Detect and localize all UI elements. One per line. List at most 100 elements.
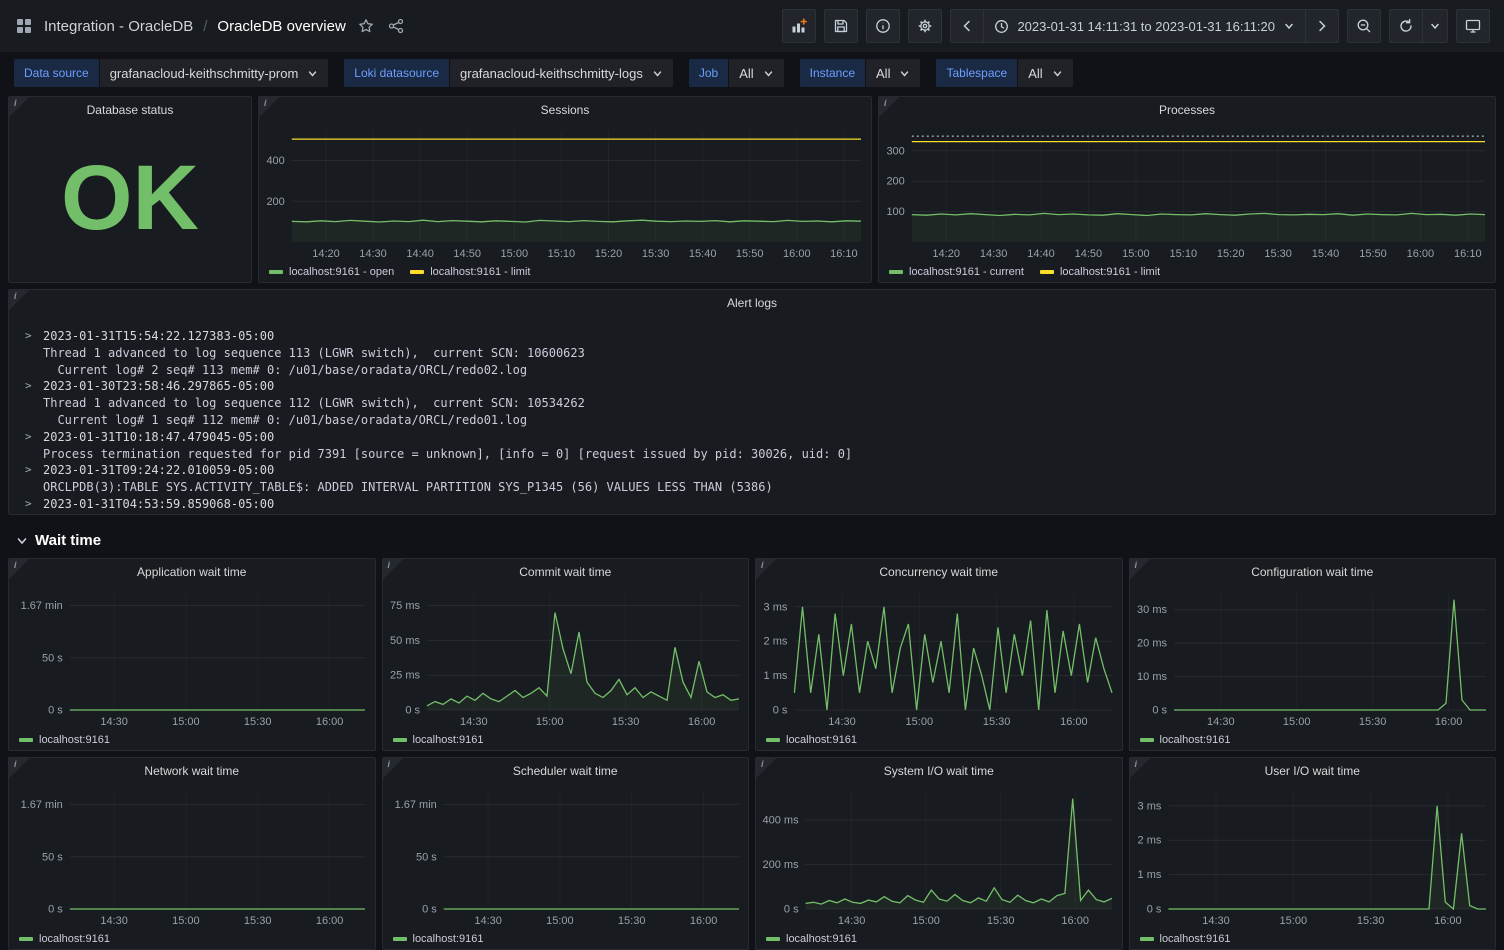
instance-filter-label[interactable]: Instance — [799, 59, 866, 87]
datasource-filter-label[interactable]: Data source — [14, 59, 99, 87]
panel-info-icon[interactable]: i — [756, 758, 778, 780]
job-filter-label[interactable]: Job — [688, 59, 729, 87]
svg-text:15:30: 15:30 — [611, 716, 639, 728]
svg-text:50 s: 50 s — [416, 851, 437, 863]
panel-info-icon[interactable]: i — [9, 758, 31, 780]
breadcrumb-root[interactable]: Integration - OracleDB — [44, 18, 193, 35]
panel-title[interactable]: Network wait time — [9, 758, 375, 784]
sessions-chart-canvas[interactable]: 200 400 14:20 14:30 14:40 14:50 15:00 15:10 15:2… — [259, 123, 871, 262]
panel-info-icon[interactable]: i — [9, 97, 31, 119]
panel-title[interactable]: Sessions — [259, 97, 871, 123]
legend-item[interactable]: localhost:9161 — [766, 734, 857, 746]
panel-title[interactable]: Concurrency wait time — [756, 559, 1122, 585]
log-row-timestamp[interactable]: >2023-01-30T23:58:46.297865-05:00 — [25, 378, 1479, 395]
dashboard-info-button[interactable] — [866, 9, 901, 43]
panel-title[interactable]: Application wait time — [9, 559, 375, 585]
panel-info-icon[interactable]: i — [9, 559, 31, 581]
share-icon[interactable] — [386, 16, 406, 36]
time-range-picker[interactable]: 2023-01-31 14:11:31 to 2023-01-31 16:11:… — [983, 9, 1306, 43]
svg-text:15:00: 15:00 — [172, 915, 200, 927]
panel-info-icon[interactable]: i — [382, 758, 405, 780]
log-row-timestamp[interactable]: >2023-01-31T10:18:47.479045-05:00 — [25, 429, 1479, 446]
legend-item[interactable]: localhost:9161 — [766, 933, 857, 945]
panel-info-icon[interactable]: i — [382, 559, 405, 581]
legend-item[interactable]: localhost:9161 — [19, 734, 110, 746]
panel-title[interactable]: Alert logs — [9, 290, 1495, 316]
log-row-timestamp[interactable]: >2023-01-31T15:54:22.127383-05:00 — [25, 328, 1479, 345]
legend-item[interactable]: localhost:9161 - limit — [1039, 266, 1160, 278]
log-line: Current log# 1 seq# 112 mem# 0: /u01/bas… — [43, 412, 528, 427]
svg-text:16:00: 16:00 — [1434, 716, 1462, 728]
legend-item[interactable]: localhost:9161 — [1139, 933, 1230, 945]
panel-info-icon[interactable]: i — [1129, 559, 1152, 581]
log-timestamp: 2023-01-30T23:58:46.297865-05:00 — [43, 379, 275, 394]
legend-item[interactable]: localhost:9161 — [1139, 734, 1230, 746]
expand-caret-icon[interactable]: > — [25, 378, 35, 395]
svg-text:14:40: 14:40 — [406, 248, 434, 260]
panel-title[interactable]: Processes — [879, 97, 1495, 123]
scheduler-wait-chart-canvas[interactable]: 0 s 50 s 1.67 min 14:30 15:00 15:30 16:00 — [383, 784, 749, 929]
panel-concurrency-wait-time: i Concurrency wait time 0 s 1 ms 2 ms 3 ms 1… — [755, 558, 1123, 751]
job-filter-value[interactable]: All — [729, 59, 784, 87]
loki-filter-value[interactable]: grafanacloud-keithschmitty-logs — [450, 59, 673, 87]
tablespace-filter-value[interactable]: All — [1018, 59, 1073, 87]
panel-title[interactable]: Database status — [9, 97, 251, 123]
legend-item[interactable]: localhost:9161 - open — [269, 266, 394, 278]
panel-info-icon[interactable]: i — [879, 97, 901, 119]
log-row-timestamp[interactable]: >2023-01-31T09:24:22.010059-05:00 — [25, 462, 1479, 479]
panel-info-icon[interactable]: i — [259, 97, 281, 119]
expand-caret-icon[interactable]: > — [25, 328, 35, 345]
svg-text:15:30: 15:30 — [1356, 915, 1384, 927]
user-io-wait-chart-canvas[interactable]: 0 s 1 ms 2 ms 3 ms 14:30 15:00 15:30 16:00 — [1130, 784, 1496, 929]
star-icon[interactable] — [356, 16, 376, 36]
legend-item[interactable]: localhost:9161 — [392, 734, 483, 746]
section-wait-time[interactable]: Wait time — [0, 521, 1504, 558]
svg-text:16:10: 16:10 — [1454, 248, 1482, 260]
svg-text:2 ms: 2 ms — [1137, 835, 1161, 847]
kiosk-mode-button[interactable] — [1456, 9, 1490, 43]
panel-title[interactable]: User I/O wait time — [1130, 758, 1496, 784]
panel-info-icon[interactable]: i — [9, 290, 31, 312]
datasource-filter-value[interactable]: grafanacloud-keithschmitty-prom — [99, 59, 329, 87]
legend-item[interactable]: localhost:9161 — [19, 933, 110, 945]
commit-wait-chart-canvas[interactable]: 0 s 25 ms 50 ms 75 ms 14:30 15:00 15:30 16:00 — [383, 585, 749, 730]
legend-item[interactable]: localhost:9161 - limit — [410, 266, 530, 278]
panel-info-icon[interactable]: i — [1129, 758, 1152, 780]
legend-item[interactable]: localhost:9161 - current — [889, 266, 1024, 278]
configuration-wait-legend: localhost:9161 — [1130, 730, 1496, 750]
panel-title[interactable]: Configuration wait time — [1130, 559, 1496, 585]
panel-title[interactable]: Scheduler wait time — [383, 758, 749, 784]
loki-filter-label[interactable]: Loki datasource — [344, 59, 450, 87]
panel-title[interactable]: Commit wait time — [383, 559, 749, 585]
add-panel-button[interactable] — [782, 9, 817, 43]
apps-grid-icon[interactable] — [14, 16, 34, 36]
network-wait-chart-canvas[interactable]: 0 s 50 s 1.67 min 14:30 15:00 15:30 16:00 — [9, 784, 375, 929]
expand-caret-icon[interactable]: > — [25, 496, 35, 513]
refresh-button[interactable] — [1389, 9, 1423, 43]
chevron-down-icon — [764, 70, 772, 77]
log-line: Process termination requested for pid 73… — [43, 446, 853, 461]
tablespace-filter-label[interactable]: Tablespace — [936, 59, 1018, 87]
processes-chart-canvas[interactable]: 100 200 300 14:20 14:30 14:40 14:50 15:00 15:10 1… — [879, 123, 1495, 262]
log-row-timestamp[interactable]: >2023-01-31T04:53:59.859068-05:00 — [25, 496, 1479, 513]
svg-text:30 ms: 30 ms — [1137, 604, 1167, 616]
application-wait-chart-canvas[interactable]: 0 s 50 s 1.67 min 14:30 15:00 15:30 16:00 — [9, 585, 375, 730]
system-io-wait-chart-canvas[interactable]: 0 s 200 ms 400 ms 14:30 15:00 15:30 16:00 — [756, 784, 1122, 929]
svg-text:14:30: 14:30 — [838, 915, 866, 927]
zoom-out-time-button[interactable] — [1347, 9, 1381, 43]
panel-info-icon[interactable]: i — [756, 559, 778, 581]
instance-filter-value[interactable]: All — [866, 59, 921, 87]
legend-item[interactable]: localhost:9161 — [392, 933, 483, 945]
concurrency-wait-chart-canvas[interactable]: 0 s 1 ms 2 ms 3 ms 14:30 15:00 15:30 16:00 — [756, 585, 1122, 730]
save-dashboard-button[interactable] — [824, 9, 859, 43]
expand-caret-icon[interactable]: > — [25, 462, 35, 479]
refresh-interval-dropdown[interactable] — [1422, 9, 1448, 43]
dashboard-settings-button[interactable] — [908, 9, 943, 43]
time-range-forward-button[interactable] — [1305, 9, 1339, 43]
panel-title[interactable]: System I/O wait time — [756, 758, 1122, 784]
configuration-wait-chart-canvas[interactable]: 0 s 10 ms 20 ms 30 ms 14:30 15:00 15:30 16:00 — [1130, 585, 1496, 730]
svg-text:100: 100 — [886, 206, 904, 218]
expand-caret-icon[interactable]: > — [25, 429, 35, 446]
time-range-back-button[interactable] — [950, 9, 985, 43]
svg-text:1.67 min: 1.67 min — [394, 799, 436, 811]
